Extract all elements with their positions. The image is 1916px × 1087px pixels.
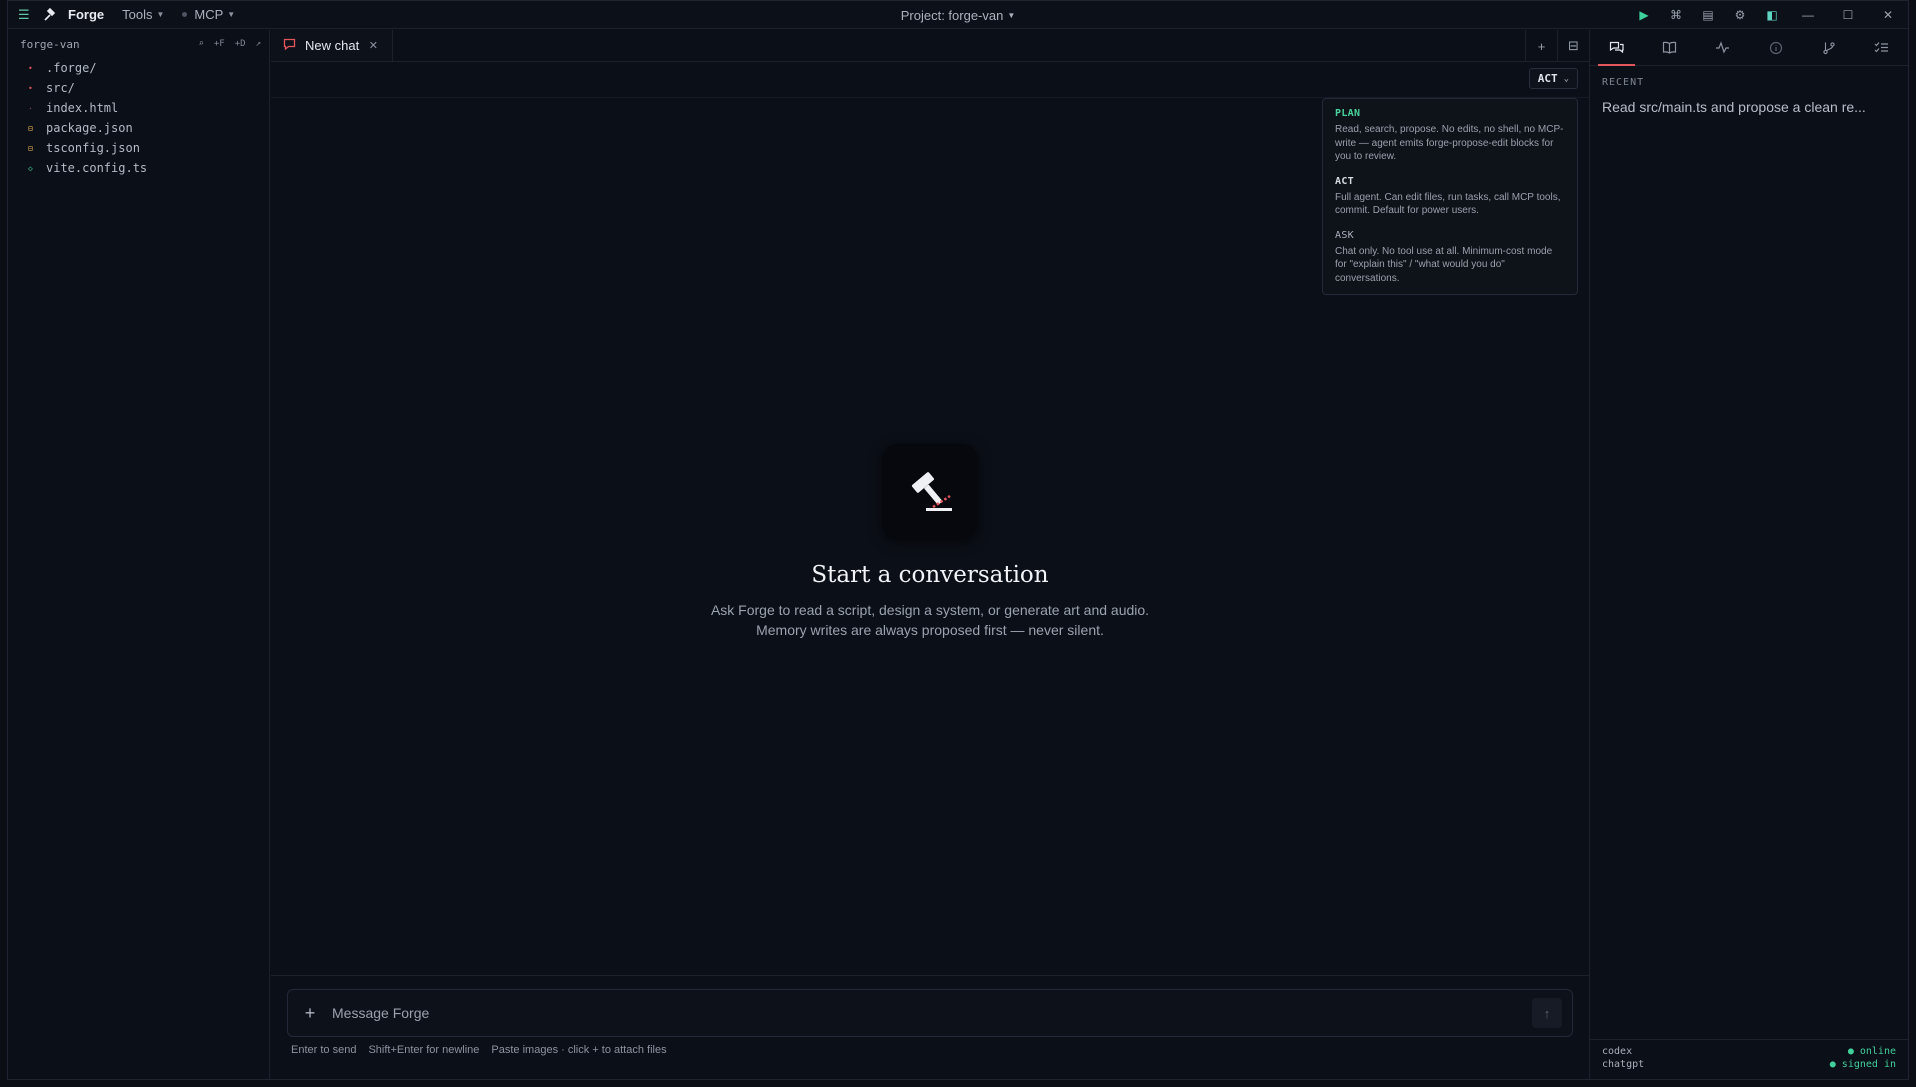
empty-state: Start a conversation Ask Forge to read a… xyxy=(271,444,1589,640)
hamburger-menu-icon[interactable]: ☰ xyxy=(18,7,38,23)
checklist-tab-icon[interactable] xyxy=(1855,30,1908,65)
send-arrow-icon[interactable]: ↑ xyxy=(1532,998,1562,1028)
mode-dropdown: PLAN Read, search, propose. No edits, no… xyxy=(1322,98,1578,295)
mcp-menu[interactable]: MCP ▼ xyxy=(182,7,235,22)
provider-state: ● online xyxy=(1847,1046,1896,1057)
caret-down-icon: ▼ xyxy=(1007,10,1016,20)
info-tab-icon[interactable] xyxy=(1749,30,1802,65)
hint-shift-enter: Shift+Enter for newline xyxy=(368,1044,480,1056)
tools-menu[interactable]: Tools ▼ xyxy=(122,7,164,22)
mode-selector-button[interactable]: ACT ⌄ xyxy=(1528,68,1578,89)
book-tab-icon[interactable] xyxy=(1643,30,1696,65)
collapse-icon[interactable]: ↗ xyxy=(256,39,261,49)
chat-area: New chat ✕ + ⊟ ACT ⌄ PLAN Read, search, … xyxy=(271,30,1589,1079)
right-panel-tabs xyxy=(1590,30,1908,66)
mode-option-ask[interactable]: ASK Chat only. No tool use at all. Minim… xyxy=(1335,230,1565,286)
mode-option-name: PLAN xyxy=(1335,108,1361,119)
tree-item-label: vite.config.ts xyxy=(46,161,148,175)
activity-tab-icon[interactable] xyxy=(1696,30,1749,65)
tree-item-label: tsconfig.json xyxy=(46,141,140,155)
caret-down-icon: ▼ xyxy=(227,10,236,19)
tasks-icon[interactable]: ▤ xyxy=(1692,1,1724,29)
tab-label: New chat xyxy=(305,38,360,53)
chevron-down-icon: ⌄ xyxy=(1563,73,1569,84)
mode-option-desc: Full agent. Can edit files, run tasks, c… xyxy=(1335,191,1561,217)
composer-hints: Enter to send Shift+Enter for newline Pa… xyxy=(291,1044,667,1056)
app-window: ☰ Forge Tools ▼ MCP ▼ Project: forge-van ▼… xyxy=(7,0,1909,1080)
tree-item[interactable]: ◇ vite.config.ts xyxy=(8,158,269,178)
provider-name: chatgpt xyxy=(1602,1059,1645,1070)
attach-plus-icon[interactable]: + xyxy=(288,1003,332,1024)
mode-option-plan[interactable]: PLAN Read, search, propose. No edits, no… xyxy=(1335,108,1565,164)
mode-current-label: ACT xyxy=(1537,72,1558,85)
hint-paste: Paste images · click + to attach files xyxy=(491,1044,667,1056)
json-file-icon: ⊟ xyxy=(28,143,33,153)
empty-state-title: Start a conversation xyxy=(811,562,1049,588)
tools-menu-label: Tools xyxy=(122,7,153,22)
split-view-icon[interactable]: ⊟ xyxy=(1557,30,1589,62)
right-panel: RECENT Read src/main.ts and propose a cl… xyxy=(1589,30,1908,1079)
folder-icon: • xyxy=(28,83,33,93)
file-explorer: forge-van ⌕ +F +D ↗ • .forge/ • src/ · inde… xyxy=(8,30,270,1079)
json-file-icon: ⊟ xyxy=(28,123,33,133)
project-switcher[interactable]: Project: forge-van ▼ xyxy=(901,1,1016,29)
message-composer: + ↑ xyxy=(287,989,1573,1037)
maximize-icon[interactable]: ☐ xyxy=(1828,1,1868,29)
close-window-icon[interactable]: ✕ xyxy=(1868,1,1908,29)
connection-status: codex ● online chatgpt ● signed in xyxy=(1590,1039,1908,1079)
toggle-panel-icon[interactable]: ◧ xyxy=(1756,1,1788,29)
tab-new-chat[interactable]: New chat ✕ xyxy=(271,30,393,61)
file-tree: • .forge/ • src/ · index.html ⊟ package.json… xyxy=(8,58,269,178)
title-bar: ☰ Forge Tools ▼ MCP ▼ Project: forge-van ▼… xyxy=(8,1,1908,29)
forge-logo-icon xyxy=(42,7,58,23)
recent-heading: RECENT xyxy=(1602,77,1645,88)
gavel-icon xyxy=(882,444,978,540)
close-tab-icon[interactable]: ✕ xyxy=(369,39,378,52)
mode-option-name: ASK xyxy=(1335,229,1354,241)
mode-option-name: ACT xyxy=(1335,175,1354,187)
tree-item-label: src/ xyxy=(46,81,75,95)
mcp-menu-label: MCP xyxy=(194,7,224,22)
empty-state-description: Ask Forge to read a script, design a sys… xyxy=(710,602,1150,638)
hint-enter: Enter to send xyxy=(291,1044,357,1056)
mode-option-act[interactable]: ACT Full agent. Can edit files, run task… xyxy=(1335,176,1565,218)
explorer-project-name: forge-van xyxy=(20,37,80,51)
tree-item[interactable]: • src/ xyxy=(8,78,269,98)
ts-file-icon: ◇ xyxy=(28,163,33,173)
recent-chat-item[interactable]: Read src/main.ts and propose a clean re.… xyxy=(1602,99,1896,115)
tree-item-label: .forge/ xyxy=(46,61,97,75)
tab-bar: New chat ✕ + ⊟ xyxy=(271,30,1589,62)
search-files-icon[interactable]: ⌕ xyxy=(198,39,203,49)
app-name: Forge xyxy=(68,7,105,22)
message-input[interactable] xyxy=(332,1005,1532,1021)
composer-area: + ↑ Enter to send Shift+Enter for newlin… xyxy=(271,975,1589,1079)
new-file-button[interactable]: +F xyxy=(214,39,225,49)
chat-bubble-icon xyxy=(283,38,297,53)
tree-item[interactable]: ⊟ package.json xyxy=(8,118,269,138)
folder-icon: • xyxy=(28,63,33,73)
git-branch-tab-icon[interactable] xyxy=(1802,30,1855,65)
tree-item-label: index.html xyxy=(46,101,119,115)
caret-down-icon: ▼ xyxy=(156,10,165,19)
mcp-status-dot xyxy=(182,12,188,17)
run-icon[interactable]: ▶ xyxy=(1628,1,1660,29)
provider-state: ● signed in xyxy=(1829,1059,1896,1070)
html-file-icon: · xyxy=(28,103,33,113)
tree-item[interactable]: · index.html xyxy=(8,98,269,118)
minimize-icon[interactable]: — xyxy=(1788,1,1828,29)
command-palette-icon[interactable]: ⌘ xyxy=(1660,1,1692,29)
mode-option-desc: Chat only. No tool use at all. Minimum-c… xyxy=(1335,245,1553,284)
tree-item[interactable]: • .forge/ xyxy=(8,58,269,78)
new-folder-button[interactable]: +D xyxy=(235,39,246,49)
chats-tab-icon[interactable] xyxy=(1590,30,1643,66)
project-label: Project: forge-van xyxy=(900,7,1004,23)
chat-toolbar: ACT ⌄ xyxy=(271,62,1589,98)
settings-icon[interactable]: ⚙ xyxy=(1724,1,1756,29)
provider-name: codex xyxy=(1602,1046,1633,1057)
new-tab-icon[interactable]: + xyxy=(1525,30,1557,62)
tree-item[interactable]: ⊟ tsconfig.json xyxy=(8,138,269,158)
mode-option-desc: Read, search, propose. No edits, no shel… xyxy=(1335,124,1564,162)
tree-item-label: package.json xyxy=(46,121,133,135)
